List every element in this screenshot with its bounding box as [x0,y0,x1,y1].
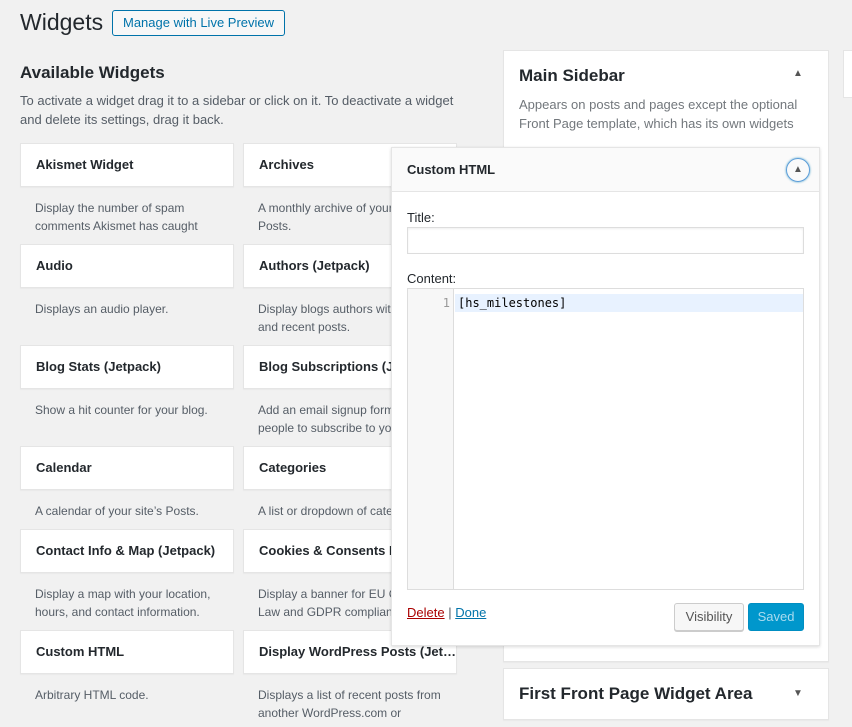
done-link[interactable]: Done [455,605,486,620]
visibility-button[interactable]: Visibility [674,603,744,631]
expand-arrow-icon[interactable]: ▼ [793,688,803,699]
widget-calendar[interactable]: Calendar [20,446,234,490]
widget-control-actions: Delete | Done [407,605,486,621]
widget-contact-info-map[interactable]: Contact Info & Map (Jetpack) [20,529,234,573]
main-sidebar-description: Appears on posts and pages except the op… [519,97,798,131]
collapse-widget-icon[interactable]: ▲ [786,158,810,182]
widget-audio[interactable]: Audio [20,244,234,288]
content-field-label: Content: [407,271,457,286]
title-field[interactable] [407,227,804,254]
first-front-page-title[interactable]: First Front Page Widget Area [519,683,752,705]
widget-audio-description: Displays an audio player. [35,302,169,316]
custom-html-widget-title[interactable]: Custom HTML [407,161,495,179]
widget-display-wordpress-posts-description: Displays a list of recent posts from ano… [258,688,441,720]
saved-button[interactable]: Saved [748,603,804,631]
manage-live-preview-button[interactable]: Manage with Live Preview [112,10,286,36]
widget-blog-stats-description: Show a hit counter for your blog. [35,403,208,417]
line-number: 1 [442,296,450,310]
widget-akismet[interactable]: Akismet Widget [20,143,234,187]
widget-calendar-description: A calendar of your site’s Posts. [35,504,199,518]
widget-akismet-description: Display the number of spam comments Akis… [35,201,198,233]
delete-link[interactable]: Delete [407,605,445,620]
line-number-gutter: 1 [408,289,454,589]
custom-html-widget-header[interactable]: Custom HTML ▲ [392,148,819,192]
code-line[interactable]: [hs_milestones] [458,295,566,311]
secondary-sidebar-panel [843,50,852,98]
content-code-editor[interactable]: 1 [hs_milestones] [407,288,804,590]
available-widgets-heading: Available Widgets [20,63,165,82]
widget-custom-html[interactable]: Custom HTML [20,630,234,674]
available-widgets-description: To activate a widget drag it to a sideba… [20,93,454,127]
widget-custom-html-description: Arbitrary HTML code. [35,688,149,702]
collapse-arrow-icon[interactable]: ▲ [793,68,803,79]
widget-blog-stats[interactable]: Blog Stats (Jetpack) [20,345,234,389]
widget-contact-info-map-description: Display a map with your location, hours,… [35,587,211,619]
main-sidebar-title[interactable]: Main Sidebar [519,64,625,88]
custom-html-widget-editor: Custom HTML ▲ Title: Content: 1 [hs_mile… [391,147,820,646]
action-separator: | [448,605,452,620]
page-title: Widgets [20,9,104,35]
title-field-label: Title: [407,210,435,225]
